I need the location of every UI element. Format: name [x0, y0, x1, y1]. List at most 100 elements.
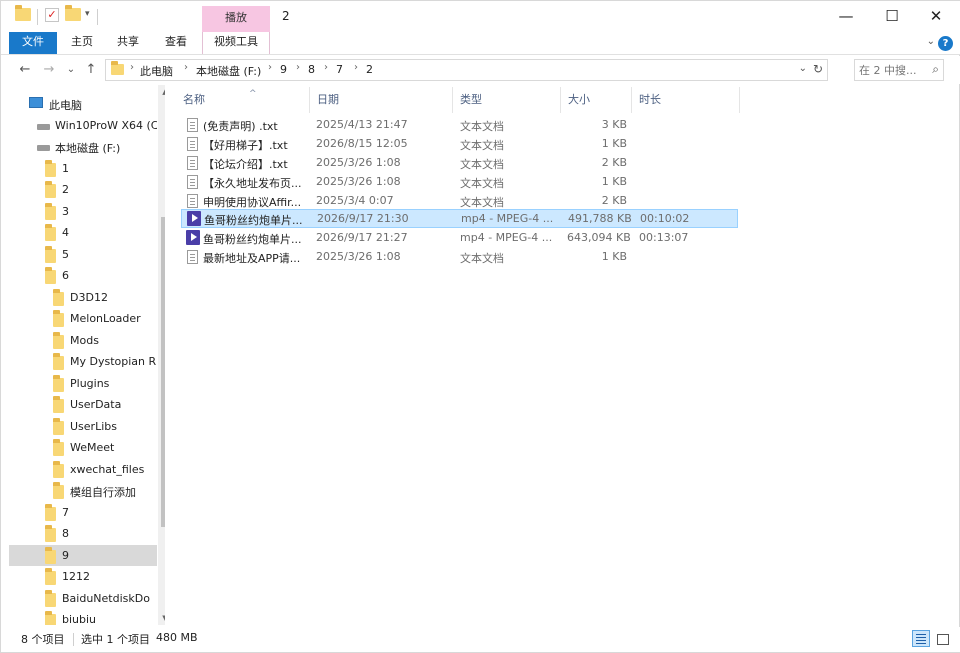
status-item-count: 8 个项目 [21, 633, 65, 646]
file-row-selected[interactable]: 鱼哥粉丝约炮单片... 2026/9/17 21:30 mp4 - MPEG-4… [181, 209, 738, 228]
nav-item-6[interactable]: 6 [9, 265, 157, 286]
text-file-icon [187, 137, 198, 151]
tab-share[interactable]: 共享 [107, 32, 149, 54]
back-button[interactable]: ← [17, 61, 33, 79]
folder-icon [45, 547, 56, 566]
pc-icon [29, 97, 43, 111]
tab-view[interactable]: 查看 [155, 32, 197, 54]
drive-icon [37, 141, 50, 154]
address-bar[interactable]: › 此电脑 › 本地磁盘 (F:) › 9 › 8 › 7 › 2 ⌄ ↻ [105, 59, 828, 81]
quick-access-dropdown[interactable]: ▾ [85, 9, 90, 27]
text-file-icon [187, 118, 198, 132]
refresh-icon[interactable]: ↻ [813, 62, 823, 76]
recent-locations-dropdown[interactable]: ⌄ [63, 61, 79, 79]
search-input[interactable] [859, 62, 925, 78]
folder-icon [53, 396, 64, 415]
column-header-date[interactable]: 日期 [317, 91, 339, 113]
file-row[interactable]: 【好用梯子】.txt 2026/8/15 12:05 文本文档 1 KB [181, 135, 738, 154]
scroll-down-icon[interactable]: ▼ [158, 611, 165, 625]
nav-item-userlibs[interactable]: UserLibs [9, 416, 157, 437]
drive-icon [37, 120, 50, 133]
nav-item-mods-custom[interactable]: 模组自行添加 [9, 480, 157, 501]
scrollbar-thumb[interactable] [161, 217, 165, 527]
nav-item-1[interactable]: 1 [9, 158, 157, 179]
nav-item-5[interactable]: 5 [9, 244, 157, 265]
nav-item-xwechat-files[interactable]: xwechat_files [9, 459, 157, 480]
nav-item-drive-f[interactable]: 本地磁盘 (F:) [9, 136, 157, 157]
file-list: 名称 ^ 日期 类型 大小 时长 (免责声明) .txt 2025/4/13 2… [173, 85, 953, 625]
nav-item-2[interactable]: 2 [9, 179, 157, 200]
breadcrumb-9[interactable]: 9 [280, 63, 287, 76]
nav-item-melonloader[interactable]: MelonLoader [9, 308, 157, 329]
tab-video-tools[interactable]: 视频工具 [202, 32, 270, 54]
nav-item-1212[interactable]: 1212 [9, 566, 157, 587]
scroll-up-icon[interactable]: ▲ [158, 85, 165, 99]
minimize-button[interactable]: — [823, 1, 869, 32]
ribbon-collapse-button[interactable]: ⌄ [927, 36, 935, 47]
explorer-window: ✓ ▾ 播放 2 — ☐ ✕ 文件 主页 共享 查看 视频工具 ⌄ ? ← → … [0, 0, 960, 653]
nav-item-biubiu[interactable]: biubiu [9, 609, 157, 625]
breadcrumb-drive-f[interactable]: 本地磁盘 (F:) [196, 63, 261, 79]
nav-item-3[interactable]: 3 [9, 201, 157, 222]
nav-item-my-dystopian[interactable]: My Dystopian R [9, 351, 157, 372]
nav-item-drive-c[interactable]: Win10ProW X64 (C [9, 115, 157, 136]
nav-item-8[interactable]: 8 [9, 523, 157, 544]
folder-icon [53, 310, 64, 329]
folder-icon [45, 224, 56, 243]
video-file-icon [187, 211, 201, 226]
file-row[interactable]: 鱼哥粉丝约炮单片... 2026/9/17 21:27 mp4 - MPEG-4… [181, 229, 738, 248]
file-row[interactable]: 【永久地址发布页... 2025/3/26 1:08 文本文档 1 KB [181, 173, 738, 192]
folder-icon [45, 525, 56, 544]
nav-item-4[interactable]: 4 [9, 222, 157, 243]
folder-icon [15, 5, 31, 26]
title-bar: ✓ ▾ 播放 2 — ☐ ✕ [1, 1, 960, 32]
breadcrumb-this-pc[interactable]: 此电脑 [140, 63, 173, 79]
folder-icon [45, 267, 56, 286]
status-bar: 8 个项目 选中 1 个项目 480 MB [1, 627, 960, 652]
help-icon[interactable]: ? [938, 36, 953, 51]
breadcrumb-8[interactable]: 8 [308, 63, 315, 76]
folder-icon [53, 332, 64, 351]
breadcrumb-7[interactable]: 7 [336, 63, 343, 76]
breadcrumb-separator: › [184, 62, 188, 73]
column-header-name[interactable]: 名称 ^ [183, 89, 257, 113]
breadcrumb-2[interactable]: 2 [366, 63, 373, 76]
new-folder-icon[interactable] [65, 5, 81, 26]
file-row[interactable]: 最新地址及APP请... 2025/3/26 1:08 文本文档 1 KB [181, 248, 738, 267]
breadcrumb-separator: › [268, 62, 272, 73]
tab-home[interactable]: 主页 [61, 32, 103, 54]
nav-item-7[interactable]: 7 [9, 502, 157, 523]
nav-item-plugins[interactable]: Plugins [9, 373, 157, 394]
text-file-icon [187, 194, 198, 208]
maximize-button[interactable]: ☐ [869, 1, 915, 32]
folder-icon [53, 482, 64, 501]
nav-item-baidunetdisk[interactable]: BaiduNetdiskDo [9, 588, 157, 609]
nav-item-wemeet[interactable]: WeMeet [9, 437, 157, 458]
play-tools-context-tab[interactable]: 播放 [202, 6, 270, 32]
forward-button[interactable]: → [41, 61, 57, 79]
up-button[interactable]: ↑ [83, 61, 99, 79]
large-icons-view-icon[interactable] [933, 630, 951, 647]
properties-icon[interactable]: ✓ [45, 8, 59, 26]
column-header-type[interactable]: 类型 [460, 91, 482, 113]
folder-icon [53, 418, 64, 437]
search-icon[interactable]: ⌕ [932, 62, 939, 77]
details-view-icon[interactable] [912, 630, 930, 647]
nav-scrollbar[interactable]: ▲ ▼ [158, 85, 165, 625]
status-selected-count: 选中 1 个项目 [81, 633, 150, 646]
file-row[interactable]: (免责声明) .txt 2025/4/13 21:47 文本文档 3 KB [181, 116, 738, 135]
text-file-icon [187, 156, 198, 170]
nav-item-userdata[interactable]: UserData [9, 394, 157, 415]
nav-item-9[interactable]: 9 [9, 545, 157, 566]
column-header-duration[interactable]: 时长 [639, 91, 661, 113]
search-box[interactable]: ⌕ [854, 59, 944, 81]
close-button[interactable]: ✕ [913, 1, 959, 32]
status-selected-size: 480 MB [156, 631, 198, 644]
nav-item-mods[interactable]: Mods [9, 330, 157, 351]
column-header-size[interactable]: 大小 [568, 91, 590, 113]
tab-file[interactable]: 文件 [9, 32, 57, 54]
file-row[interactable]: 【论坛介绍】.txt 2025/3/26 1:08 文本文档 2 KB [181, 154, 738, 173]
nav-item-this-pc[interactable]: 此电脑 [9, 93, 157, 114]
address-dropdown[interactable]: ⌄ [799, 63, 807, 74]
nav-item-d3d12[interactable]: D3D12 [9, 287, 157, 308]
